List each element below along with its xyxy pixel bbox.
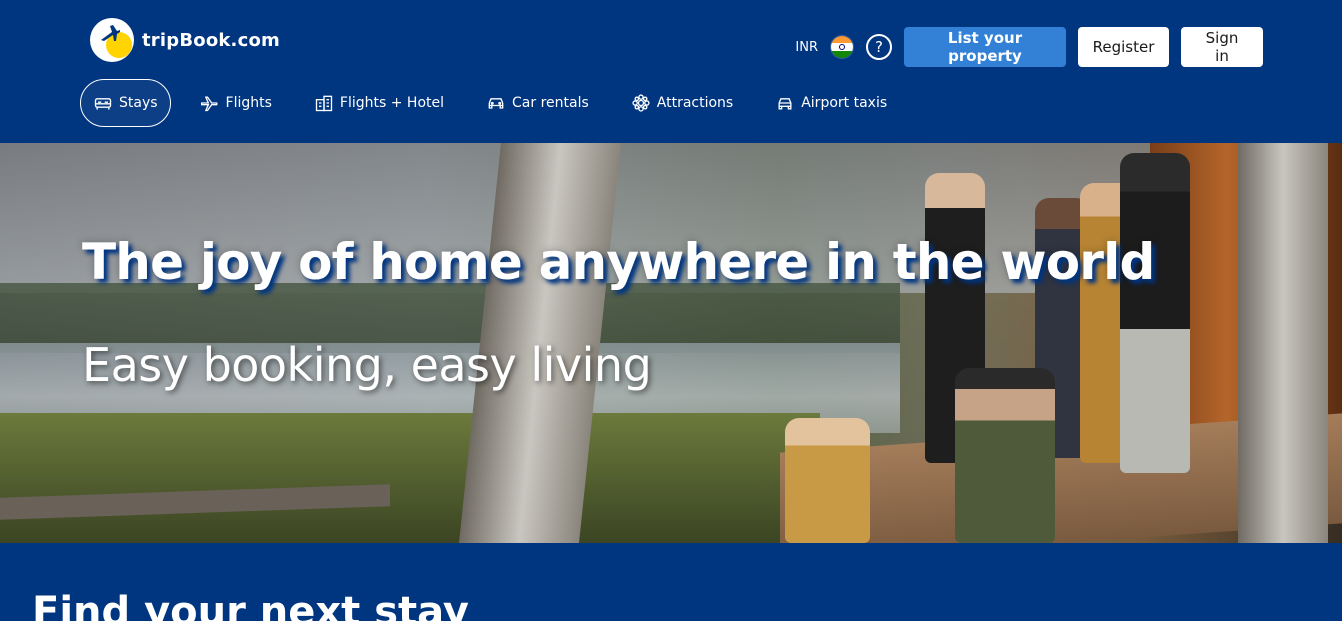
hero-banner: The joy of home anywhere in the world Ea…: [0, 143, 1342, 543]
main-nav: Stays Flights Flights + Hotel Car rental…: [80, 79, 916, 127]
car-icon: [488, 98, 504, 109]
search-section-title: Find your next stay: [32, 589, 469, 621]
logo-text: tripBook.com: [142, 29, 280, 51]
register-button[interactable]: Register: [1078, 27, 1169, 67]
attractions-icon: [632, 94, 650, 112]
search-section: Find your next stay: [0, 543, 1342, 621]
flight-hotel-icon: [315, 95, 333, 112]
help-icon[interactable]: ?: [866, 34, 892, 60]
sign-in-button[interactable]: Sign in: [1181, 27, 1263, 67]
bed-icon: [94, 98, 112, 110]
hero-subtitle: Easy booking, easy living: [82, 338, 652, 392]
nav-item-stays[interactable]: Stays: [80, 79, 171, 127]
nav-item-attractions[interactable]: Attractions: [618, 79, 746, 127]
plane-icon: [200, 96, 218, 112]
site-header: tripBook.com INR ? List your property Re…: [0, 0, 1342, 143]
nav-label: Car rentals: [512, 95, 589, 111]
nav-label: Flights: [225, 95, 272, 111]
currency-selector[interactable]: INR: [795, 40, 818, 55]
logo-mark-icon: [90, 18, 134, 62]
hero-title: The joy of home anywhere in the world: [82, 233, 1155, 291]
india-flag-icon[interactable]: [830, 35, 854, 59]
nav-item-airport-taxis[interactable]: Airport taxis: [762, 79, 900, 127]
nav-label: Stays: [119, 95, 158, 111]
nav-label: Airport taxis: [801, 95, 888, 111]
header-tools: INR ? List your property Register Sign i…: [795, 27, 1263, 67]
taxi-icon: [778, 98, 792, 110]
nav-item-flights[interactable]: Flights: [187, 79, 285, 127]
nav-item-flights-hotel[interactable]: Flights + Hotel: [301, 79, 457, 127]
nav-label: Attractions: [656, 95, 734, 111]
nav-label: Flights + Hotel: [339, 95, 445, 111]
nav-item-car-rentals[interactable]: Car rentals: [473, 79, 602, 127]
logo[interactable]: tripBook.com: [90, 18, 280, 62]
list-property-button[interactable]: List your property: [904, 27, 1066, 67]
